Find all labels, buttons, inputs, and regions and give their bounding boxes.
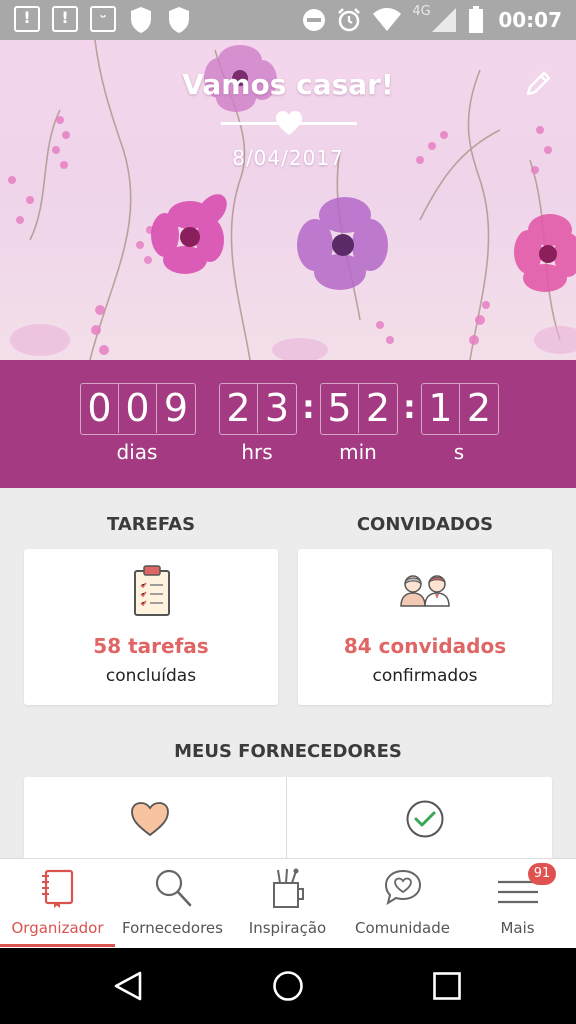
cup-icon: [273, 868, 304, 908]
chat-heart-icon: [384, 869, 422, 906]
system-nav-bar: [0, 948, 576, 1024]
search-icon: [155, 869, 192, 907]
nav-organizador[interactable]: Organizador: [0, 859, 115, 947]
tasks-caption: concluídas: [105, 666, 197, 686]
alarm-icon: [338, 8, 361, 32]
guests-caption: confirmados: [372, 666, 478, 686]
countdown-panel: 0 0 9 2 3 : 5 2 : 1 2 dias hrs min s: [0, 360, 576, 488]
clipboard-icon: [134, 565, 170, 616]
nav-label: Inspiração: [248, 919, 327, 937]
days-counter: 0 0 9: [80, 383, 196, 435]
digit: 3: [264, 386, 290, 430]
tasks-card[interactable]: 58 tarefas concluídas: [24, 549, 278, 705]
wedding-header: Vamos casar! 8/04/2017: [0, 40, 576, 360]
couple-icon: [400, 575, 450, 607]
signal-icon: 4G: [412, 4, 458, 34]
seconds-counter: 1 2: [421, 383, 499, 435]
heart-icon: [131, 802, 169, 837]
digit: 5: [321, 384, 359, 433]
vendors-card: [24, 777, 552, 867]
nav-mais[interactable]: 91 Mais: [460, 859, 575, 947]
nav-inspiracao[interactable]: Inspiração: [230, 859, 345, 947]
status-bar: ! ! ᵕ 4G 00:07: [0, 0, 576, 40]
hours-label: hrs: [241, 440, 273, 464]
days-label: dias: [116, 440, 158, 464]
alert-icon: !: [14, 6, 40, 32]
pencil-icon[interactable]: [524, 68, 554, 98]
digit: 0: [119, 384, 157, 433]
time-separator: :: [302, 388, 315, 426]
wifi-icon: [373, 8, 402, 31]
digit: 1: [422, 384, 460, 433]
guests-card[interactable]: 84 convidados confirmados: [298, 549, 552, 705]
digit: 2: [466, 386, 492, 430]
guests-heading: CONVIDADOS: [356, 514, 494, 535]
home-icon[interactable]: [272, 970, 304, 1002]
active-indicator: [0, 944, 115, 947]
seconds-label: s: [453, 440, 465, 464]
minutes-counter: 5 2: [320, 383, 398, 435]
wedding-title: Vamos casar!: [182, 68, 394, 101]
back-icon[interactable]: [112, 970, 144, 1002]
digit: 0: [81, 384, 119, 433]
battery-icon: [469, 6, 484, 33]
nav-label: Fornecedores: [122, 919, 223, 937]
nav-fornecedores[interactable]: Fornecedores: [115, 859, 230, 947]
nav-label: Mais: [500, 919, 535, 937]
nav-label: Organizador: [11, 919, 104, 937]
dnd-icon: [303, 9, 326, 31]
bottom-nav: Organizador Fornecedores Inspiração Comu…: [0, 858, 576, 948]
hours-counter: 2 3: [219, 383, 297, 435]
shield-icon: [169, 7, 189, 33]
digit: 2: [365, 386, 391, 430]
recents-icon[interactable]: [432, 971, 462, 1001]
digit: 2: [220, 384, 258, 433]
wedding-date: 8/04/2017: [232, 146, 344, 170]
nav-label: Comunidade: [355, 919, 450, 937]
alert-icon: !: [52, 6, 78, 32]
vendors-hired[interactable]: [288, 777, 552, 867]
time-separator: :: [403, 388, 416, 426]
vendors-heading: MEUS FORNECEDORES: [174, 741, 402, 762]
guests-count: 84 convidados: [343, 634, 507, 658]
check-circle-icon: [406, 800, 444, 838]
notification-badge: 91: [528, 863, 556, 885]
tasks-heading: TAREFAS: [106, 514, 196, 535]
minutes-label: min: [339, 440, 377, 464]
face-icon: ᵕ: [90, 6, 116, 32]
digit: 9: [163, 386, 189, 430]
clock: 00:07: [498, 8, 562, 32]
vendors-favorites[interactable]: [24, 777, 287, 867]
heart-divider-icon: [276, 111, 302, 135]
nav-comunidade[interactable]: Comunidade: [345, 859, 460, 947]
tasks-count: 58 tarefas: [93, 634, 209, 658]
notebook-icon: [42, 869, 74, 908]
shield-icon: [131, 7, 151, 33]
